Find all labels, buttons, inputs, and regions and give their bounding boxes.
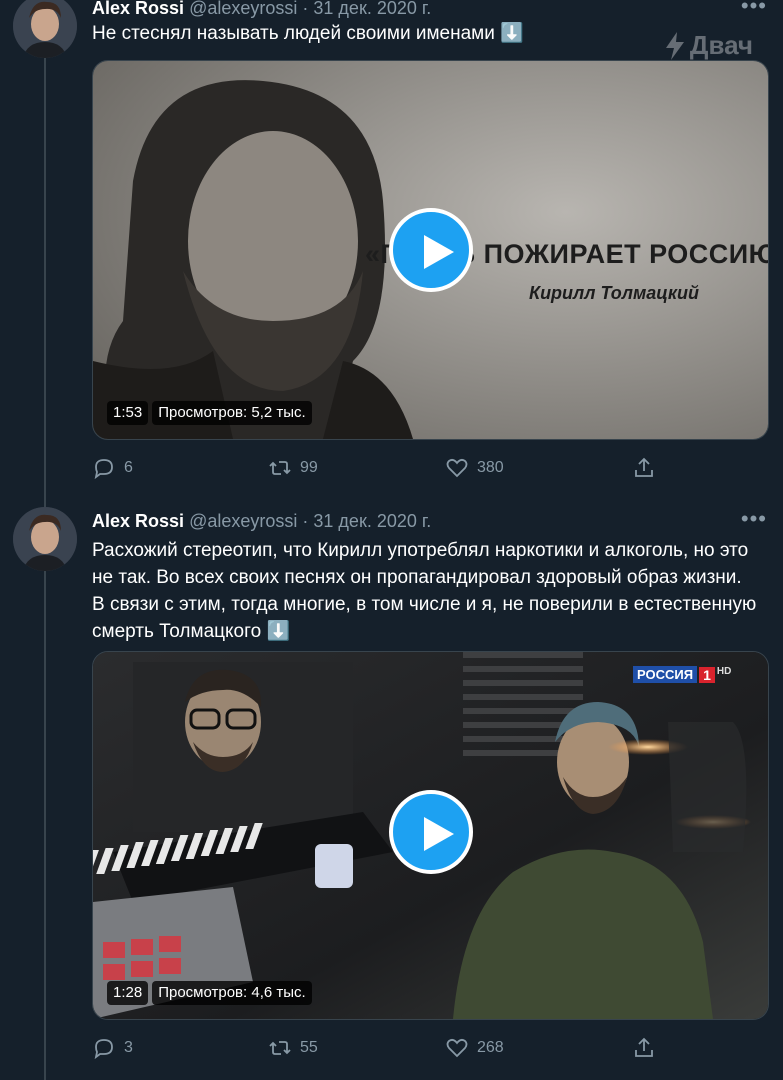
share-icon	[635, 1037, 653, 1057]
tweet-actions: 6 99 380	[92, 456, 662, 482]
video-duration: 1:53	[107, 401, 149, 425]
tweet[interactable]: Alex Rossi @alexeyrossi · 31 дек. 2020 г…	[0, 495, 783, 1080]
retweet-icon	[269, 461, 291, 475]
avatar[interactable]	[13, 0, 77, 58]
more-options-icon[interactable]: •••	[741, 0, 767, 17]
channel-number: 1	[699, 666, 715, 683]
separator: ·	[302, 0, 309, 18]
play-button[interactable]	[389, 208, 473, 292]
play-button[interactable]	[389, 790, 473, 874]
reply-button[interactable]: 3	[92, 1036, 133, 1060]
video-player[interactable]: «ГНИЛЬ ПОЖИРАЕТ РОССИЮ» Кирилл Толмацкий…	[92, 60, 769, 440]
like-count: 380	[477, 459, 504, 476]
separator: ·	[302, 511, 309, 531]
tweet-actions: 3 55 268	[92, 1036, 662, 1062]
like-button[interactable]: 380	[445, 456, 504, 480]
video-duration: 1:28	[107, 981, 149, 1005]
heart-icon	[446, 1038, 468, 1058]
tweet[interactable]: Alex Rossi @alexeyrossi · 31 дек. 2020 г…	[0, 0, 783, 495]
tweet-date[interactable]: 31 дек. 2020 г.	[313, 0, 431, 18]
retweet-count: 99	[300, 459, 318, 476]
tweet-header: Alex Rossi @alexeyrossi · 31 дек. 2020 г…	[92, 509, 431, 533]
heart-icon	[446, 458, 468, 478]
video-info: 1:53 Просмотров: 5,2 тыс.	[107, 401, 312, 425]
channel-hd: HD	[716, 666, 732, 677]
tweet-text: Расхожий стереотип, что Кирилл употребля…	[92, 540, 757, 642]
reply-button[interactable]: 6	[92, 456, 133, 480]
video-player[interactable]: РОССИЯ 1 HD 1:28 Просмотров: 4,6 тыс.	[92, 651, 769, 1020]
channel-logo: РОССИЯ 1 HD	[633, 666, 731, 683]
reply-icon	[94, 459, 113, 480]
more-options-icon[interactable]: •••	[741, 508, 767, 530]
reply-count: 3	[124, 1039, 133, 1056]
retweet-button[interactable]: 99	[268, 456, 318, 480]
author-name[interactable]: Alex Rossi	[92, 511, 184, 531]
author-name[interactable]: Alex Rossi	[92, 0, 184, 18]
avatar-image	[13, 0, 77, 58]
share-button[interactable]	[632, 456, 656, 480]
author-handle[interactable]: @alexeyrossi	[189, 0, 297, 18]
caption-author: Кирилл Толмацкий	[529, 283, 700, 303]
avatar[interactable]	[13, 507, 77, 571]
tweet-date[interactable]: 31 дек. 2020 г.	[313, 511, 431, 531]
retweet-button[interactable]: 55	[268, 1036, 318, 1060]
video-views: Просмотров: 5,2 тыс.	[152, 401, 312, 425]
reply-icon	[94, 1039, 113, 1060]
tweet-text: Не стеснял называть людей своими именами…	[92, 23, 524, 44]
like-count: 268	[477, 1039, 504, 1056]
like-button[interactable]: 268	[445, 1036, 504, 1060]
share-button[interactable]	[632, 1036, 656, 1060]
avatar-image	[13, 507, 77, 571]
tweet-header: Alex Rossi @alexeyrossi · 31 дек. 2020 г…	[92, 0, 431, 20]
retweet-count: 55	[300, 1039, 318, 1056]
retweet-icon	[269, 1041, 291, 1055]
author-handle[interactable]: @alexeyrossi	[189, 511, 297, 531]
video-info: 1:28 Просмотров: 4,6 тыс.	[107, 981, 312, 1005]
channel-name: РОССИЯ	[633, 666, 698, 683]
share-icon	[635, 457, 653, 477]
video-views: Просмотров: 4,6 тыс.	[152, 981, 312, 1005]
reply-count: 6	[124, 459, 133, 476]
